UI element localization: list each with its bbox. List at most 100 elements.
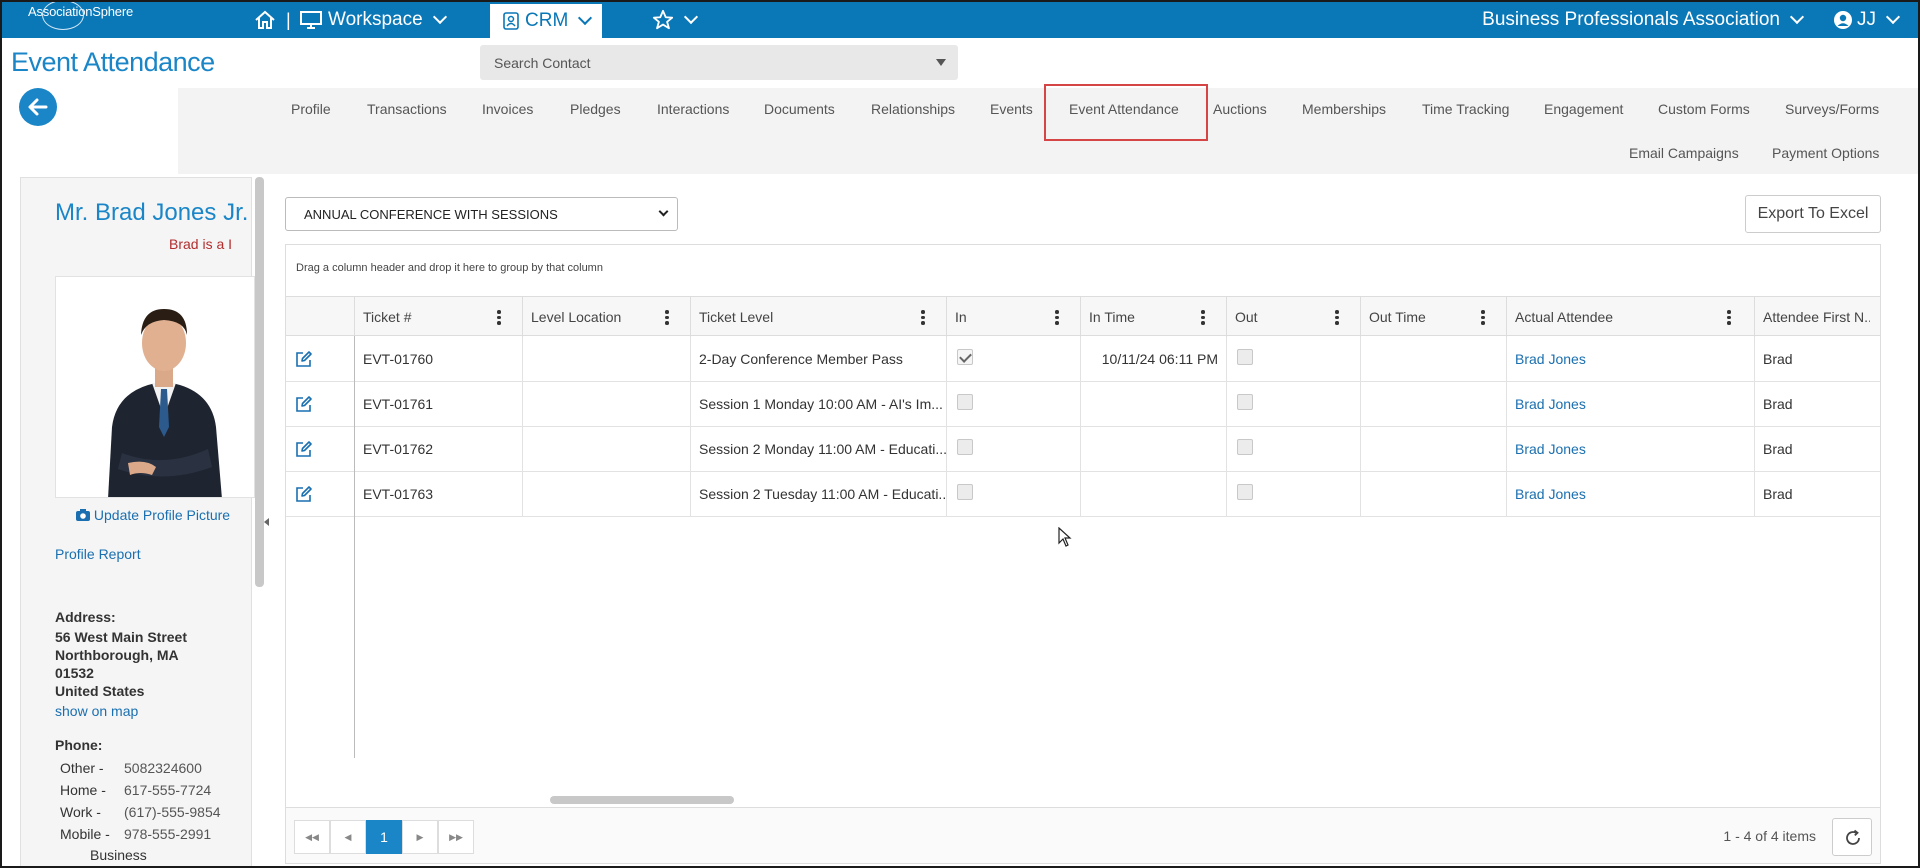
- column-menu-icon[interactable]: [921, 310, 925, 325]
- edit-row-button[interactable]: [286, 472, 354, 517]
- column-header-level-location[interactable]: Level Location: [522, 297, 690, 337]
- chevron-down-icon: [1789, 9, 1805, 25]
- profile-report-link[interactable]: Profile Report: [55, 546, 141, 562]
- search-contact-input[interactable]: Search Contact: [480, 45, 958, 80]
- tab-profile[interactable]: Profile: [291, 101, 331, 117]
- tab-email-campaigns[interactable]: Email Campaigns: [1629, 145, 1739, 161]
- level-location: [522, 472, 690, 517]
- page-button-current[interactable]: 1: [366, 820, 402, 854]
- tab-auctions[interactable]: Auctions: [1213, 101, 1267, 117]
- column-menu-icon[interactable]: [1055, 310, 1059, 325]
- in-checkbox[interactable]: [957, 484, 973, 500]
- column-header-ticket[interactable]: Ticket #: [354, 297, 522, 337]
- out-checkbox[interactable]: [1237, 439, 1253, 455]
- column-menu-icon[interactable]: [1335, 310, 1339, 325]
- in-checkbox[interactable]: [957, 394, 973, 410]
- pager-info: 1 - 4 of 4 items: [1723, 828, 1816, 844]
- column-menu-icon[interactable]: [1727, 310, 1731, 325]
- previous-page-button[interactable]: ◀: [330, 820, 366, 854]
- event-select[interactable]: ANNUAL CONFERENCE WITH SESSIONS: [285, 197, 678, 231]
- tab-transactions[interactable]: Transactions: [367, 101, 447, 117]
- column-header-attendee-first-name[interactable]: Attendee First N...: [1754, 297, 1870, 337]
- attendee-link[interactable]: Brad Jones: [1515, 486, 1586, 502]
- out-checkbox[interactable]: [1237, 484, 1253, 500]
- chevron-down-icon: [432, 9, 447, 25]
- out-cell: [1226, 427, 1360, 472]
- column-header-ticket-level[interactable]: Ticket Level: [690, 297, 946, 337]
- attendee-link[interactable]: Brad Jones: [1515, 396, 1586, 412]
- in-time: 10/11/24 06:11 PM: [1080, 337, 1226, 382]
- tab-custom-forms[interactable]: Custom Forms: [1658, 101, 1750, 117]
- profile-name: Mr. Brad Jones Jr.: [55, 199, 249, 226]
- ticket-number: EVT-01760: [354, 337, 522, 382]
- app-logo[interactable]: AssociationSphere: [28, 2, 133, 30]
- column-header-out[interactable]: Out: [1226, 297, 1360, 337]
- edit-icon: [296, 396, 312, 412]
- in-checkbox[interactable]: [957, 439, 973, 455]
- attendee-first-name: Brad: [1754, 427, 1870, 472]
- user-menu[interactable]: JJ: [1833, 2, 1901, 38]
- event-select-value: ANNUAL CONFERENCE WITH SESSIONS: [304, 207, 558, 222]
- monitor-icon: [300, 11, 322, 29]
- contact-card-icon: [503, 12, 519, 30]
- workspace-menu[interactable]: Workspace: [300, 2, 447, 38]
- export-to-excel-button[interactable]: Export To Excel: [1745, 195, 1881, 233]
- search-placeholder: Search Contact: [494, 55, 591, 71]
- tab-events[interactable]: Events: [990, 101, 1033, 117]
- edit-row-button[interactable]: [286, 337, 354, 382]
- last-page-button[interactable]: ▶▶: [438, 820, 474, 854]
- horizontal-scrollbar[interactable]: [550, 796, 734, 804]
- tab-interactions[interactable]: Interactions: [657, 101, 729, 117]
- refresh-icon: [1846, 829, 1860, 845]
- column-header-in-time[interactable]: In Time: [1080, 297, 1226, 337]
- edit-icon: [296, 486, 312, 502]
- phone-row: Work - (617)-555-9854: [60, 804, 221, 820]
- column-header-in[interactable]: In: [946, 297, 1080, 337]
- out-checkbox[interactable]: [1237, 349, 1253, 365]
- back-button[interactable]: [19, 88, 57, 126]
- separator: |: [286, 9, 291, 30]
- tab-time-tracking[interactable]: Time Tracking: [1422, 101, 1509, 117]
- favorites-menu[interactable]: [652, 2, 699, 38]
- attendee-first-name: Brad: [1754, 382, 1870, 427]
- in-time: [1080, 382, 1226, 427]
- column-menu-icon[interactable]: [665, 310, 669, 325]
- out-checkbox[interactable]: [1237, 394, 1253, 410]
- column-menu-icon[interactable]: [1481, 310, 1485, 325]
- next-page-button[interactable]: ▶: [402, 820, 438, 854]
- collapse-sidebar-icon[interactable]: [264, 518, 269, 526]
- organization-menu[interactable]: Business Professionals Association: [1482, 2, 1805, 38]
- crm-menu[interactable]: CRM: [490, 4, 602, 38]
- tab-event-attendance[interactable]: Event Attendance: [1069, 101, 1179, 117]
- in-checkbox[interactable]: [957, 349, 973, 365]
- tab-invoices[interactable]: Invoices: [482, 101, 533, 117]
- show-on-map-link[interactable]: show on map: [55, 703, 138, 719]
- first-page-button[interactable]: ◀◀: [294, 820, 330, 854]
- attendee-link[interactable]: Brad Jones: [1515, 441, 1586, 457]
- tab-payment-options[interactable]: Payment Options: [1772, 145, 1879, 161]
- sidebar-scrollbar[interactable]: [255, 177, 264, 587]
- ticket-number: EVT-01761: [354, 382, 522, 427]
- tab-relationships[interactable]: Relationships: [871, 101, 955, 117]
- edit-row-button[interactable]: [286, 382, 354, 427]
- phone-type: Work -: [60, 804, 101, 820]
- column-header-actual-attendee[interactable]: Actual Attendee: [1506, 297, 1754, 337]
- home-icon[interactable]: [254, 2, 276, 38]
- column-menu-icon[interactable]: [497, 310, 501, 325]
- tab-documents[interactable]: Documents: [764, 101, 835, 117]
- update-profile-picture-link[interactable]: Update Profile Picture: [76, 507, 230, 523]
- tab-surveys-forms[interactable]: Surveys/Forms: [1785, 101, 1879, 117]
- phone-value: 5082324600: [124, 760, 202, 776]
- out-time: [1360, 382, 1506, 427]
- tab-pledges[interactable]: Pledges: [570, 101, 621, 117]
- user-initials: JJ: [1857, 9, 1876, 30]
- edit-row-button[interactable]: [286, 427, 354, 472]
- mouse-cursor-icon: [1058, 527, 1072, 547]
- refresh-button[interactable]: [1832, 818, 1872, 856]
- column-header-out-time[interactable]: Out Time: [1360, 297, 1506, 337]
- column-menu-icon[interactable]: [1201, 310, 1205, 325]
- tab-engagement[interactable]: Engagement: [1544, 101, 1623, 117]
- tab-memberships[interactable]: Memberships: [1302, 101, 1386, 117]
- phone-type: Mobile -: [60, 826, 110, 842]
- attendee-link[interactable]: Brad Jones: [1515, 351, 1586, 367]
